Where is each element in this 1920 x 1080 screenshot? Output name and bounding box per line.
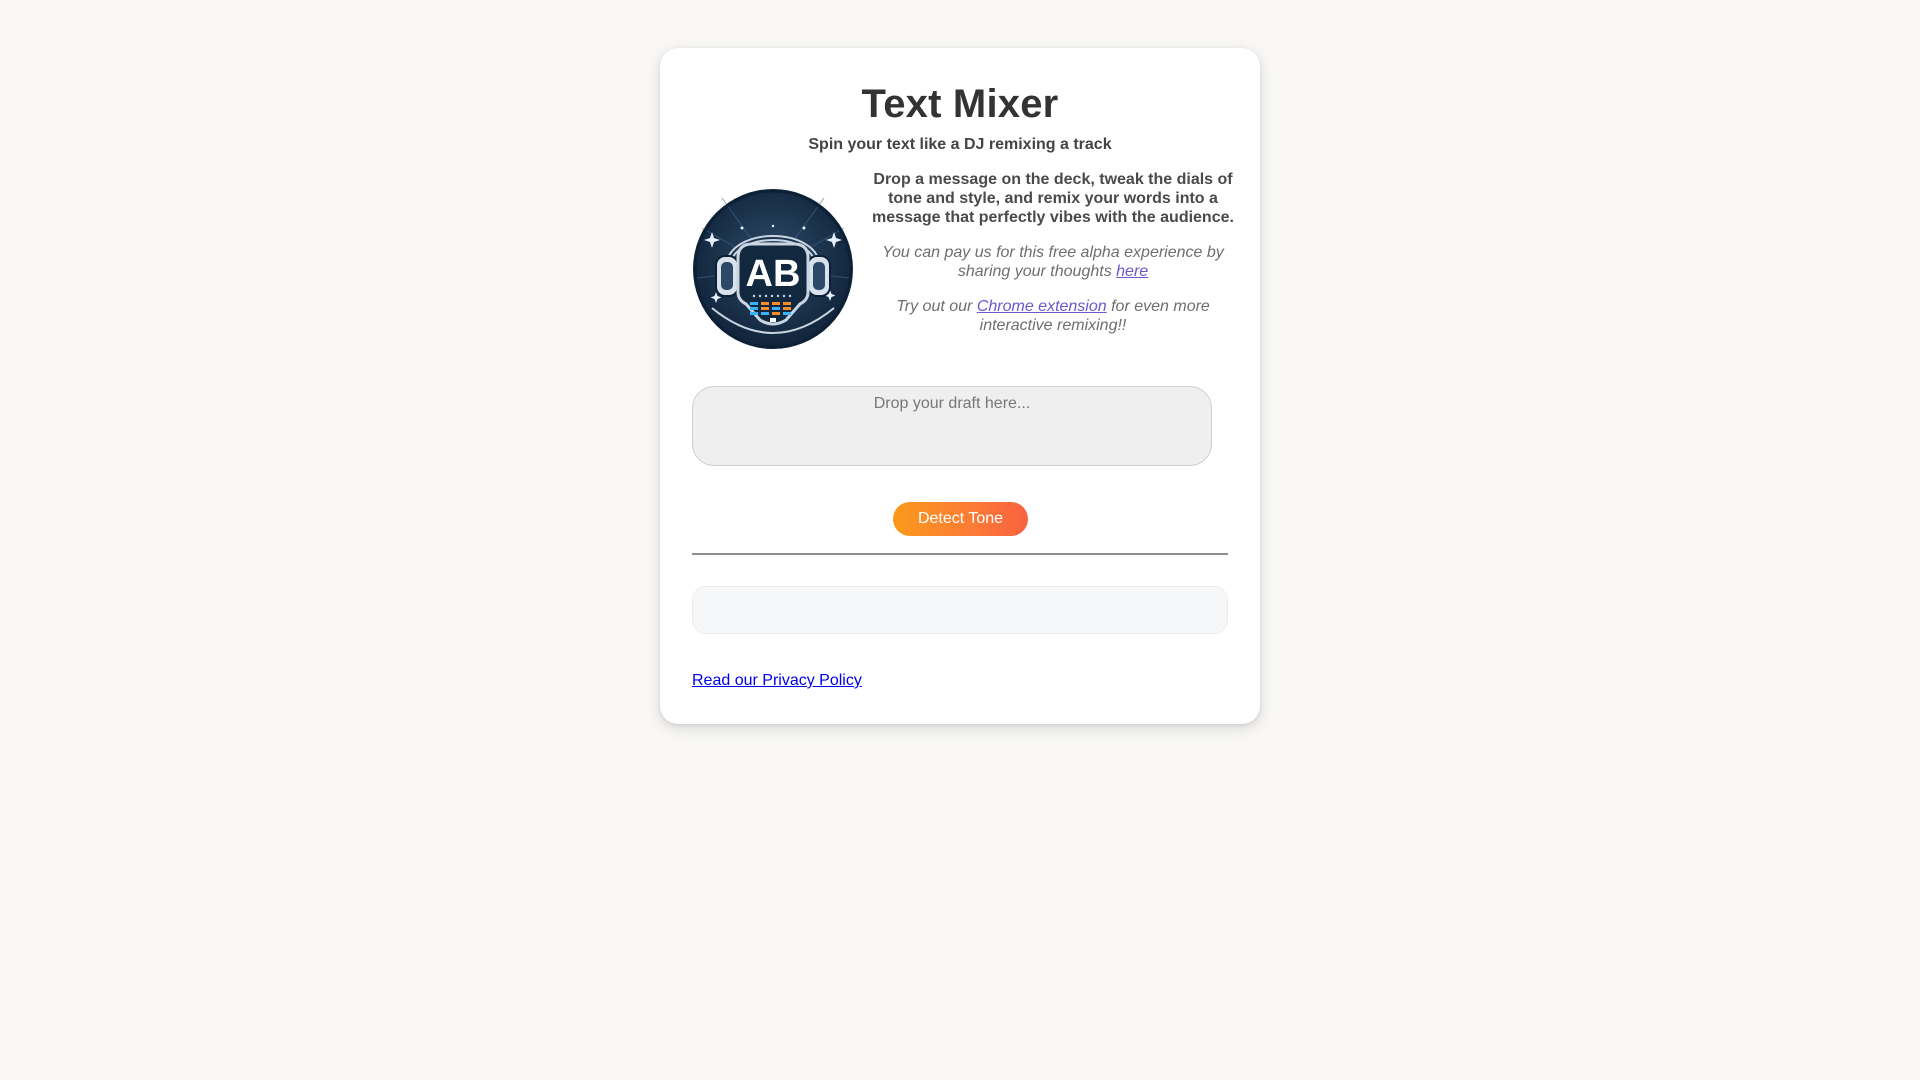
feedback-note-text: You can pay us for this free alpha exper… (882, 244, 1224, 280)
draft-input[interactable] (692, 386, 1212, 466)
info-block: Drop a message on the deck, tweak the di… (870, 170, 1236, 335)
extension-note-prefix: Try out our (896, 298, 977, 315)
page-subtitle: Spin your text like a DJ remixing a trac… (808, 136, 1112, 153)
feedback-note: You can pay us for this free alpha exper… (870, 243, 1236, 281)
main-card: Text Mixer Spin your text like a DJ remi… (660, 48, 1260, 724)
page-title: Text Mixer (861, 82, 1059, 126)
dj-headphones-logo-icon: AB (692, 188, 854, 350)
extension-note: Try out our Chrome extension for even mo… (870, 297, 1236, 335)
detect-tone-button[interactable]: Detect Tone (893, 502, 1028, 536)
feedback-link[interactable]: here (1116, 263, 1148, 280)
chrome-extension-link[interactable]: Chrome extension (977, 298, 1107, 315)
output-box (692, 586, 1228, 634)
privacy-policy-link[interactable]: Read our Privacy Policy (692, 672, 862, 690)
section-divider (692, 553, 1228, 555)
logo-monogram: AB (746, 253, 801, 295)
app-description: Drop a message on the deck, tweak the di… (872, 171, 1234, 226)
